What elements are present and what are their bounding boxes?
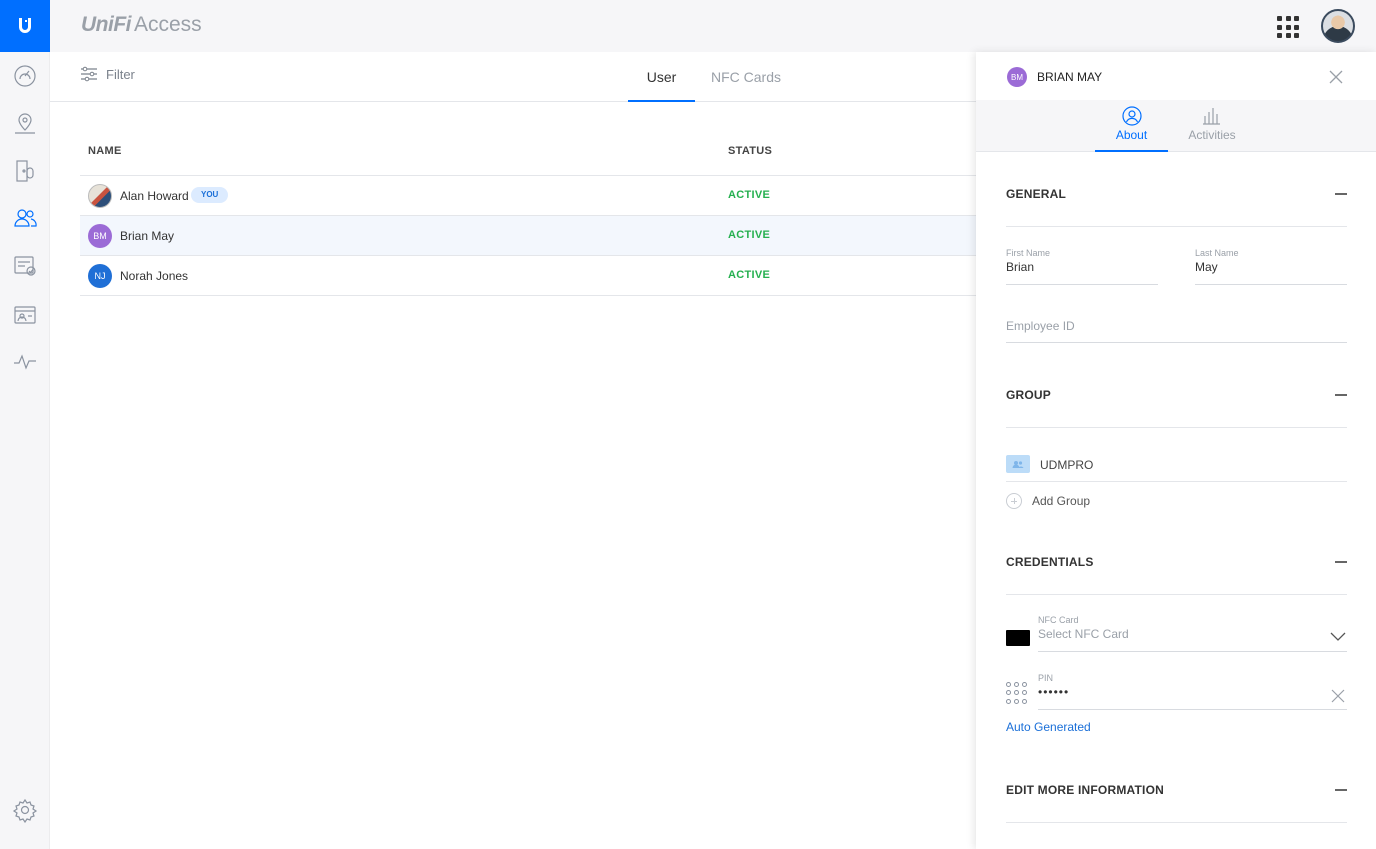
user-avatar xyxy=(88,184,112,208)
nfc-card-select[interactable]: NFC Card Select NFC Card xyxy=(1038,615,1347,652)
last-name-label: Last Name xyxy=(1195,248,1239,258)
settings-gear-icon[interactable] xyxy=(0,787,50,833)
table-header: NAME STATUS xyxy=(80,130,976,176)
section-general-title: GENERAL xyxy=(1006,187,1067,201)
brand-access: Access xyxy=(134,13,202,36)
clear-pin-icon[interactable] xyxy=(1331,689,1345,703)
group-item[interactable]: UDMPRO xyxy=(1006,452,1347,482)
users-icon[interactable] xyxy=(0,195,50,241)
activity-pulse-icon[interactable] xyxy=(0,339,50,385)
first-name-input[interactable] xyxy=(1006,260,1158,274)
panel-header: BM BRIAN MAY xyxy=(976,52,1376,100)
group-name: UDMPRO xyxy=(1040,458,1094,472)
panel-title: BRIAN MAY xyxy=(1037,70,1103,84)
app-brand: UniFi Access xyxy=(81,13,202,37)
group-folder-icon xyxy=(1006,455,1030,473)
tab-user[interactable]: User xyxy=(628,52,695,102)
collapse-group-icon[interactable] xyxy=(1335,394,1347,396)
user-name: Norah Jones xyxy=(120,269,189,283)
filter-button[interactable]: Filter xyxy=(80,66,135,82)
app-launcher-grid-icon[interactable] xyxy=(1277,16,1299,38)
collapse-general-icon[interactable] xyxy=(1335,193,1347,195)
filter-label: Filter xyxy=(106,66,135,82)
pin-value[interactable]: •••••• xyxy=(1038,685,1347,699)
section-credentials-title: CREDENTIALS xyxy=(1006,555,1094,569)
add-group-button[interactable]: Add Group xyxy=(1006,493,1090,509)
brand-unifi: UniFi xyxy=(81,13,132,36)
keypad-icon xyxy=(1006,682,1028,704)
nfc-card-placeholder: Select NFC Card xyxy=(1038,627,1129,641)
pin-field[interactable]: PIN •••••• xyxy=(1038,673,1347,710)
column-name[interactable]: NAME xyxy=(88,145,122,157)
section-general: GENERAL xyxy=(1006,187,1347,227)
section-more-info: EDIT MORE INFORMATION xyxy=(1006,783,1347,823)
access-policy-icon[interactable] xyxy=(0,243,50,289)
unifi-logo-icon[interactable] xyxy=(0,0,50,52)
status-badge: ACTIVE xyxy=(728,189,771,201)
auto-generated-link[interactable]: Auto Generated xyxy=(1006,720,1091,734)
user-detail-panel: BM BRIAN MAY About Activities GENERAL Fi… xyxy=(976,52,1376,849)
last-name-input[interactable] xyxy=(1195,260,1347,274)
you-badge: YOU xyxy=(191,187,229,203)
panel-tabs: About Activities xyxy=(976,100,1376,152)
sliders-icon xyxy=(81,66,97,82)
table-row[interactable]: BM Brian May ACTIVE xyxy=(80,216,976,256)
door-access-icon[interactable] xyxy=(0,148,50,194)
plus-circle-icon xyxy=(1006,493,1022,509)
column-status[interactable]: STATUS xyxy=(728,145,772,157)
section-credentials: CREDENTIALS xyxy=(1006,555,1347,595)
first-name-label: First Name xyxy=(1006,248,1051,258)
profile-avatar[interactable] xyxy=(1321,9,1355,43)
users-table: NAME STATUS Alan Howard YOU ACTIVE BM Brian … xyxy=(80,130,976,296)
section-more-info-title: EDIT MORE INFORMATION xyxy=(1006,783,1164,797)
user-avatar: NJ xyxy=(88,264,112,288)
collapse-more-info-icon[interactable] xyxy=(1335,789,1347,791)
user-avatar: BM xyxy=(88,224,112,248)
status-badge: ACTIVE xyxy=(728,229,771,241)
tab-about[interactable]: About xyxy=(1095,106,1168,152)
top-header: UniFi Access xyxy=(50,0,1376,52)
panel-avatar: BM xyxy=(1007,67,1027,87)
list-toolbar: Filter User NFC Cards xyxy=(50,52,976,102)
nfc-card-icon xyxy=(1006,630,1030,646)
map-pin-icon[interactable] xyxy=(0,100,50,146)
chevron-down-icon[interactable] xyxy=(1330,632,1346,642)
add-group-label: Add Group xyxy=(1032,494,1091,508)
table-row[interactable]: Alan Howard YOU ACTIVE xyxy=(80,176,976,216)
tab-activities-label: Activities xyxy=(1188,128,1236,142)
user-circle-icon xyxy=(1121,106,1142,126)
user-name: Alan Howard xyxy=(120,189,189,203)
id-card-icon[interactable] xyxy=(0,292,50,338)
bar-chart-icon xyxy=(1203,108,1220,125)
employee-id-input[interactable] xyxy=(1006,319,1347,333)
last-name-field[interactable]: Last Name xyxy=(1195,248,1347,285)
nfc-card-label: NFC Card xyxy=(1038,615,1079,625)
first-name-field[interactable]: First Name xyxy=(1006,248,1158,285)
tab-about-label: About xyxy=(1115,128,1148,142)
nav-rail xyxy=(0,0,50,849)
tab-nfc-cards[interactable]: NFC Cards xyxy=(710,52,782,102)
close-icon[interactable] xyxy=(1328,69,1344,85)
pin-label: PIN xyxy=(1038,673,1054,683)
section-group-title: GROUP xyxy=(1006,388,1052,402)
tab-activities[interactable]: Activities xyxy=(1177,106,1247,152)
status-badge: ACTIVE xyxy=(728,269,771,281)
section-group: GROUP xyxy=(1006,388,1347,428)
table-row[interactable]: NJ Norah Jones ACTIVE xyxy=(80,256,976,296)
employee-id-field[interactable] xyxy=(1006,308,1347,343)
dashboard-icon[interactable] xyxy=(0,53,50,99)
user-name: Brian May xyxy=(120,229,175,243)
collapse-credentials-icon[interactable] xyxy=(1335,561,1347,563)
